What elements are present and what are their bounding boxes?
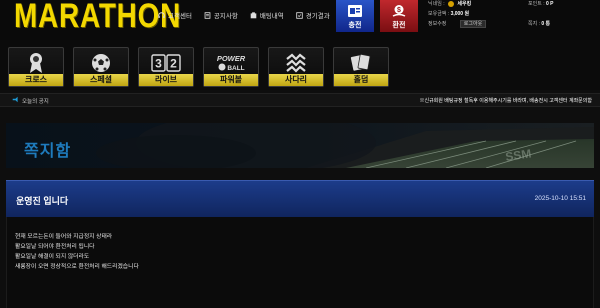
svg-text:BALL: BALL [227,65,244,72]
results-icon [296,11,303,19]
message-title: 운영진 입니다 [16,196,69,206]
user-row-point: 포인트 : 0 P [528,0,554,8]
top-link-label: 고객센터 [168,13,192,20]
money-label: 보유금액 : [428,11,450,17]
level-badge-icon [447,0,454,7]
top-links: 고객센터 공지사항 배팅내역 경기결과 [158,10,330,20]
notice-bar: 오늘의 공지 ※신규회원 배팅규정 철독후 이용해주시기를 바라며, 배송전시 … [0,93,600,107]
powerball-icon: POWER BALL [204,48,258,77]
soccer-ball-icon [74,48,128,77]
ladder-icon [269,48,323,77]
logout-button[interactable]: 로그아웃 [459,20,487,28]
nav-label: 홀덤 [334,74,388,86]
top-link-betting-history[interactable]: 배팅내역 [250,10,284,20]
message-line: 활요일날 되어야 환전처리 됩니다 [15,244,95,250]
edit-info-link[interactable]: 정보수정 [428,21,446,27]
notice-icon [204,11,211,19]
user-row-nickname: 닉네임 : 세우킹 [428,0,471,8]
message-line: 현재 모르는돈이 들어와 지급정지 상태라 [15,234,113,240]
withdraw-icon: $ [391,4,407,18]
withdraw-label: 환전 [392,22,406,29]
nickname-label: 닉네임 : [428,1,445,7]
point-value: 0 P [545,1,554,7]
top-link-results[interactable]: 경기결과 [296,10,330,20]
nav-label: 라이브 [139,74,193,86]
nav-item-powerball[interactable]: POWER BALL 파워볼 [203,47,259,87]
stadium-background-image: SSM [6,123,594,168]
betting-history-icon [250,11,257,19]
svg-text:$: $ [397,7,401,14]
nav-label: 파워볼 [204,74,258,86]
top-link-customer-center[interactable]: 고객센터 [158,10,192,20]
user-row-actions: 정보수정 로그아웃 [428,20,487,28]
svg-text:2: 2 [170,56,177,70]
deposit-icon [347,4,363,18]
message-header: 운영진 입니다 2025-10-10 15:51 [6,180,594,217]
note-value[interactable]: 0 통 [541,21,550,27]
user-row-note: 쪽지 : 0 통 [528,20,550,28]
deposit-label: 충전 [348,22,362,29]
notice-label: 오늘의 공지 [12,96,49,105]
nav-item-special[interactable]: 스페셜 [73,47,129,87]
message-body: 현재 모르는돈이 들어와 지급정지 상태라 활요일날 되어야 환전처리 됩니다 … [6,217,594,308]
nav-label: 크로스 [9,74,63,86]
page: MARATHON 고객센터 공지사항 배팅내역 경기결과 충전 $ 환전 닉네임… [0,0,600,308]
notice-label-text: 오늘의 공지 [22,98,49,105]
cards-icon [334,48,388,77]
money-value: 3,000 원 [450,11,470,17]
point-label: 포인트 : [528,1,545,7]
withdraw-button[interactable]: $ 환전 [380,0,418,32]
headset-icon [158,11,165,19]
page-banner: SSM 쪽지함 [6,123,594,168]
user-row-money: 보유금액 : 3,000 원 [428,10,469,18]
message-line: 활요일날 해결이 되지 않더라도 [15,254,90,260]
nav-item-live[interactable]: 32 라이브 [138,47,194,87]
notice-marquee[interactable]: ※신규회원 배팅규정 철독후 이용해주시기를 바라며, 배송전시 고객센터 계좌… [419,97,592,104]
deposit-button[interactable]: 충전 [336,0,374,32]
page-title: 쪽지함 [24,143,72,160]
top-link-label: 배팅내역 [259,13,284,20]
award-ribbon-icon [9,48,63,77]
top-link-notice[interactable]: 공지사항 [204,10,238,20]
megaphone-icon [12,96,19,105]
svg-text:POWER: POWER [217,54,246,63]
nav-item-holdem[interactable]: 홀덤 [333,47,389,87]
nav-label: 스페셜 [74,74,128,86]
top-link-label: 공지사항 [213,13,238,20]
nav-label: 사다리 [269,74,323,86]
nav-item-cross[interactable]: 크로스 [8,47,64,87]
nav-item-ladder[interactable]: 사다리 [268,47,324,87]
top-link-label: 경기결과 [305,13,330,20]
main-nav: 크로스 스페셜 32 라이브 POWER BALL 파워볼 사다리 홀덤 [0,40,600,90]
svg-text:3: 3 [155,56,162,70]
site-logo[interactable]: MARATHON [14,0,181,38]
header: MARATHON 고객센터 공지사항 배팅내역 경기결과 충전 $ 환전 닉네임… [0,0,600,40]
user-info-panel: 닉네임 : 세우킹 포인트 : 0 P 보유금액 : 3,000 원 정보수정 … [428,0,600,32]
live-score-icon: 32 [139,48,193,77]
note-label: 쪽지 : [528,21,540,27]
message-date: 2025-10-10 15:51 [534,195,586,202]
message-line: 새롱장이 오면 정상적으로 환전처리 해드리겠습니다 [15,264,139,270]
nickname-value: 세우킹 [457,1,472,7]
